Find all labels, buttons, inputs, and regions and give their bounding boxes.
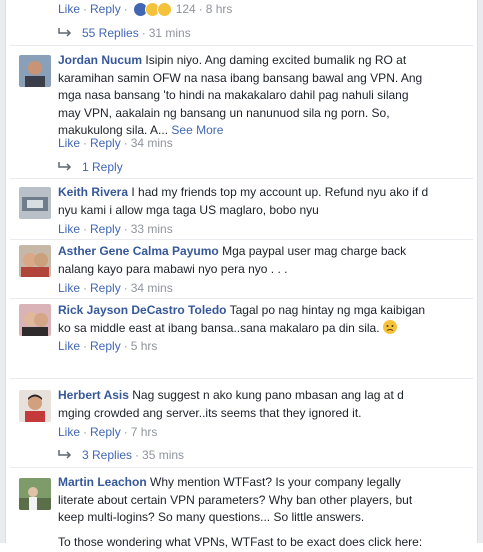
replies-time: 35 mins: [142, 448, 185, 462]
comment-time[interactable]: 34 mins: [131, 281, 173, 295]
like-link[interactable]: Like: [58, 2, 80, 16]
avatar[interactable]: [19, 187, 51, 219]
commenter-name[interactable]: Keith Rivera: [58, 185, 128, 199]
reaction-count[interactable]: 124: [176, 2, 196, 16]
reply-arrow-icon: [58, 450, 72, 459]
reply-link[interactable]: Reply: [90, 425, 121, 439]
comment-actions: Like · Reply · 7 hrs: [58, 425, 158, 439]
comment-body: Herbert Asis Nag suggest n ako kung pano…: [58, 387, 430, 422]
replies-link[interactable]: 1 Reply: [82, 160, 123, 174]
divider: [10, 239, 473, 240]
comment-actions: Like · Reply · 34 mins: [58, 281, 173, 295]
reactions-icon[interactable]: [132, 1, 172, 17]
reply-arrow-icon: [58, 28, 72, 37]
comment-body: Jordan Nucum Isipin niyo. Ang daming exc…: [58, 52, 430, 140]
view-replies[interactable]: 55 Replies · 31 mins: [58, 25, 191, 41]
divider: [10, 378, 473, 379]
commenter-name[interactable]: Martin Leachon: [58, 475, 147, 489]
see-more-link[interactable]: See More: [171, 123, 223, 137]
avatar[interactable]: [19, 55, 51, 87]
reply-arrow-icon: [58, 162, 72, 171]
comment-time[interactable]: 33 mins: [131, 222, 173, 236]
view-replies[interactable]: 1 Reply: [58, 159, 123, 175]
like-link[interactable]: Like: [58, 222, 80, 236]
commenter-name[interactable]: Jordan Nucum: [58, 53, 142, 67]
like-link[interactable]: Like: [58, 281, 80, 295]
view-replies[interactable]: 3 Replies · 35 mins: [58, 447, 184, 463]
avatar[interactable]: [19, 390, 51, 422]
comment-body: Asther Gene Calma Payumo Mga paypal user…: [58, 243, 430, 278]
comment-actions: Like · Reply · 33 mins: [58, 222, 173, 236]
reply-link[interactable]: Reply: [90, 136, 121, 150]
replies-link[interactable]: 55 Replies: [82, 26, 139, 40]
comment-time[interactable]: 7 hrs: [131, 425, 158, 439]
left-frame-border: [0, 0, 6, 543]
reply-link[interactable]: Reply: [90, 222, 121, 236]
avatar[interactable]: [19, 304, 51, 336]
reply-link[interactable]: Reply: [90, 281, 121, 295]
comment-time[interactable]: 5 hrs: [131, 339, 158, 353]
divider: [10, 178, 473, 179]
replies-time: 31 mins: [148, 26, 191, 40]
avatar[interactable]: [19, 478, 51, 510]
disappointed-emoji-icon: [382, 319, 397, 334]
divider: [10, 45, 473, 46]
commenter-name[interactable]: Rick Jayson DeCastro Toledo: [58, 303, 227, 317]
comment-actions: Like · Reply · 34 mins: [58, 136, 173, 150]
comment-body: Keith Rivera I had my friends top my acc…: [58, 184, 430, 219]
reply-link[interactable]: Reply: [90, 2, 121, 16]
top-comment-actions: Like · Reply · 124 · 8 hrs: [58, 1, 233, 17]
comment-time[interactable]: 8 hrs: [206, 2, 233, 16]
like-link[interactable]: Like: [58, 425, 80, 439]
like-link[interactable]: Like: [58, 339, 80, 353]
reply-link[interactable]: Reply: [90, 339, 121, 353]
divider: [10, 467, 473, 468]
replies-link[interactable]: 3 Replies: [82, 448, 132, 462]
comment-time[interactable]: 34 mins: [131, 136, 173, 150]
avatar[interactable]: [19, 245, 51, 277]
commenter-name[interactable]: Asther Gene Calma Payumo: [58, 244, 219, 258]
comment-actions: Like · Reply · 5 hrs: [58, 339, 158, 353]
right-frame-border: [477, 0, 483, 543]
like-link[interactable]: Like: [58, 136, 80, 150]
divider: [10, 298, 473, 299]
comment-body: Martin Leachon Why mention WTFast? Is yo…: [58, 474, 430, 527]
commenter-name[interactable]: Herbert Asis: [58, 388, 129, 402]
comment-body: Rick Jayson DeCastro Toledo Tagal po nag…: [58, 302, 430, 337]
